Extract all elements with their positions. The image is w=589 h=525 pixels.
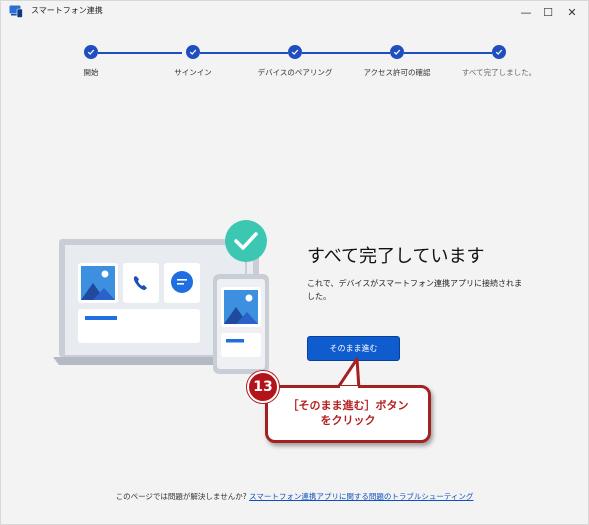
- step-label-pairing: デバイスのペアリング: [257, 68, 333, 77]
- step-connector: [200, 52, 288, 54]
- phone-link-app-icon: [9, 5, 23, 18]
- description-text: これで、デバイスがスマートフォン連携アプリに接続されました。: [307, 279, 522, 301]
- callout-line-1: ［そのまま進む］ボタン: [287, 399, 409, 412]
- notification-tile: [78, 309, 200, 343]
- window-title: スマートフォン連携: [31, 6, 103, 15]
- step-label-permissions: アクセス許可の確認: [363, 68, 431, 77]
- tutorial-annotation: ［そのまま進む］ボタン をクリック 13: [241, 357, 441, 451]
- app-window: スマートフォン連携 — ☐ ✕ 開始 サインイン デバイスのペアリング アクセス…: [0, 0, 589, 525]
- progress-stepper: 開始 サインイン デバイスのペアリング アクセス許可の確認 すべて完了しました。: [1, 43, 588, 83]
- step-complete-check-icon: [84, 45, 98, 59]
- footer-prefix-text: このページでは問題が解決しませんか?: [115, 492, 247, 501]
- step-number-badge: 13: [247, 371, 279, 403]
- step-connector: [404, 52, 492, 54]
- maximize-button[interactable]: ☐: [535, 1, 561, 23]
- step-label-signin: サインイン: [174, 68, 212, 77]
- check-icon: [225, 220, 267, 262]
- devices-illustration: [53, 220, 269, 374]
- step-connector: [302, 52, 390, 54]
- page-title: すべて完了しています: [307, 246, 485, 267]
- step-complete-check-icon: [288, 45, 302, 59]
- step-complete-check-icon: [492, 45, 506, 59]
- step-label-done: すべて完了しました。: [461, 68, 537, 77]
- troubleshooting-link[interactable]: スマートフォン連携アプリに関する問題のトラブルシューティング: [249, 492, 473, 501]
- message-icon: [171, 271, 193, 293]
- step-label-start: 開始: [83, 68, 99, 77]
- callout-line-2: をクリック: [320, 414, 376, 427]
- footer: このページでは問題が解決しませんか? スマートフォン連携アプリに関する問題のトラ…: [1, 491, 588, 502]
- step-complete-check-icon: [186, 45, 200, 59]
- step-connector: [98, 52, 182, 54]
- title-bar: スマートフォン連携 — ☐ ✕: [1, 1, 588, 23]
- close-button[interactable]: ✕: [559, 1, 585, 23]
- step-complete-check-icon: [390, 45, 404, 59]
- call-tile: [123, 263, 159, 303]
- callout-text: ［そのまま進む］ボタン をクリック: [265, 398, 431, 428]
